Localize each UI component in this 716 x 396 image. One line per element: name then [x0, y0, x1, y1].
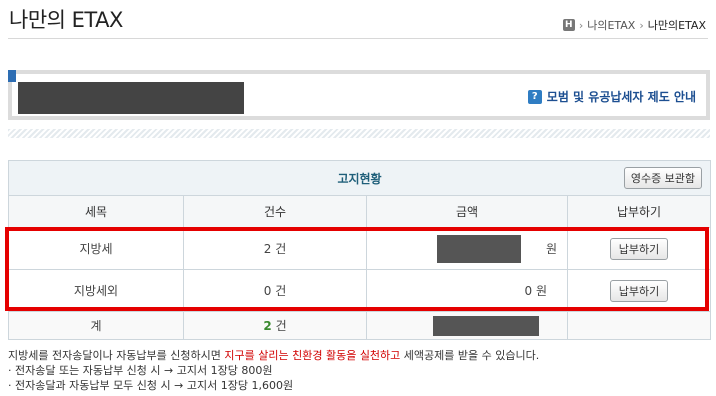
column-header-pay: 납부하기 — [566, 195, 712, 228]
notice-line-3: · 전자송달과 자동납부 모두 신청 시 → 고지서 1장당 1,600원 — [8, 379, 294, 392]
total-amount — [366, 311, 568, 340]
total-count-unit: 건 — [275, 319, 287, 333]
notice-text: 지방세를 전자송달이나 자동납부를 신청하시면 — [8, 349, 225, 362]
notice-line-2: · 전자송달 또는 자동납부 신청 시 → 고지서 1장당 800원 — [8, 364, 273, 377]
amount-unit: 원 — [545, 242, 557, 256]
total-count-number: 2 — [263, 319, 272, 333]
honorary-taxpayer-guide-link[interactable]: ? 모범 및 유공납세자 제도 안내 — [527, 88, 696, 105]
table-caption-cell: 고지현황 영수증 보관함 — [7, 160, 712, 196]
row-pay-cell: 납부하기 — [566, 227, 712, 270]
breadcrumb-parent[interactable]: 나의ETAX — [587, 17, 635, 33]
total-empty-cell — [566, 311, 712, 340]
receipt-box-button[interactable]: 영수증 보관함 — [623, 167, 703, 189]
question-icon: ? — [527, 89, 542, 104]
column-header-count: 건수 — [183, 195, 367, 228]
pay-button-non-tax[interactable]: 납부하기 — [610, 279, 669, 302]
guide-link-label[interactable]: 모범 및 유공납세자 제도 안내 — [547, 88, 696, 105]
notice-text: 세액공제를 받을 수 있습니다. — [400, 349, 540, 362]
breadcrumb-current: 나만의ETAX — [647, 19, 706, 32]
table-row-local-tax: 지방세 2 건 원 납부하기 — [8, 227, 712, 270]
notice-line-1: 지방세를 전자송달이나 자동납부를 신청하시면 지구를 살리는 친환경 활동을 … — [8, 348, 539, 363]
redacted-total-amount — [433, 316, 539, 336]
redacted-user-info — [18, 82, 244, 114]
billing-status-table: 고지현황 영수증 보관함 세목 건수 금액 납부하기 지방세 2 건 원 납부하… — [7, 160, 712, 340]
hatched-divider — [8, 129, 710, 138]
total-label: 계 — [8, 311, 184, 340]
row-count: 0 건 — [183, 269, 367, 312]
user-info-panel: ? 모범 및 유공납세자 제도 안내 — [8, 70, 710, 120]
notice-highlight-text: 지구를 살리는 친환경 활동을 실천하고 — [224, 349, 401, 362]
row-count: 2 건 — [183, 227, 367, 270]
column-header-tax: 세목 — [8, 195, 184, 228]
panel-accent-marker — [8, 70, 16, 82]
row-pay-cell: 납부하기 — [566, 269, 712, 312]
table-row-total: 계 2 건 — [8, 311, 712, 340]
breadcrumb-separator: › — [578, 18, 584, 32]
title-divider — [8, 38, 708, 39]
column-header-amount: 금액 — [366, 195, 568, 228]
page-title: 나만의 ETAX — [9, 8, 123, 32]
row-tax-name: 지방세외 — [8, 269, 184, 312]
breadcrumb-separator: › — [639, 18, 644, 32]
row-amount: 원 — [366, 227, 568, 270]
total-count: 2 건 — [183, 311, 367, 340]
table-row-non-tax: 지방세외 0 건 0 원 납부하기 — [8, 269, 712, 312]
pay-button-local-tax[interactable]: 납부하기 — [610, 237, 669, 260]
eco-notice: 지방세를 전자송달이나 자동납부를 신청하시면 지구를 살리는 친환경 활동을 … — [8, 348, 539, 393]
breadcrumb: H › 나의ETAX › 나만의ETAX — [562, 17, 706, 33]
table-caption: 고지현황 — [337, 171, 382, 186]
redacted-amount — [437, 235, 521, 263]
home-icon[interactable]: H — [562, 19, 575, 31]
row-tax-name: 지방세 — [8, 227, 184, 270]
row-amount: 0 원 — [366, 269, 568, 312]
